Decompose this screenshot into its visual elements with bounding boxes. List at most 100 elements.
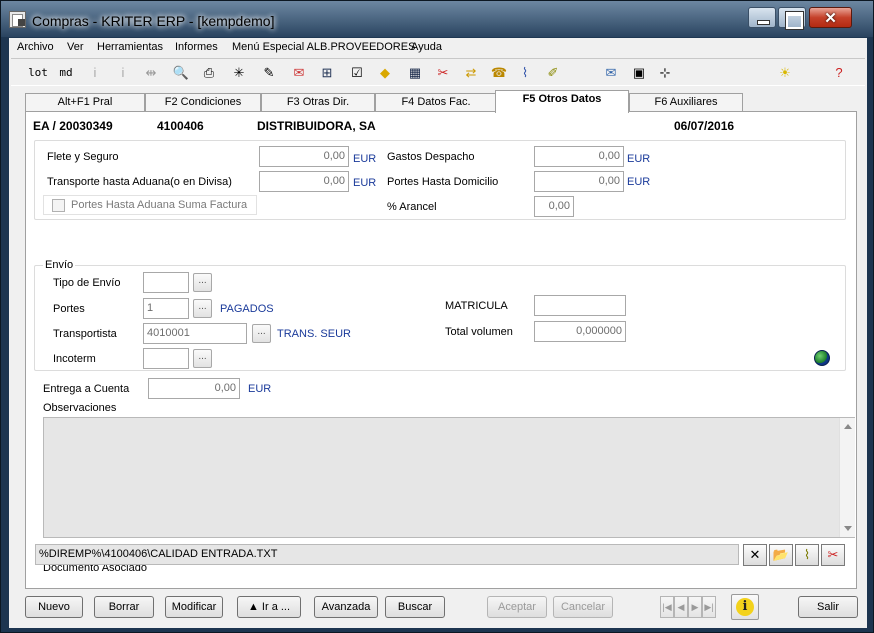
- transporte-unit: EUR: [353, 177, 377, 189]
- observaciones-scrollbar[interactable]: [839, 418, 855, 537]
- title-bar[interactable]: Compras - KRITER ERP - [kempdemo] ✕: [1, 1, 873, 37]
- help-icon[interactable]: ?: [829, 63, 849, 83]
- info-gray-icon[interactable]: i: [85, 63, 105, 83]
- portes-domicilio-label: Portes Hasta Domicilio: [387, 176, 499, 188]
- clip-icon[interactable]: ⌇: [515, 63, 535, 83]
- transportista-input[interactable]: 4010001: [143, 323, 247, 344]
- menu-especial[interactable]: Menú Especial ALB.PROVEEDORES: [232, 41, 415, 53]
- total-volumen-input[interactable]: 0,000000: [534, 321, 626, 342]
- tools-icon[interactable]: ✂: [433, 63, 453, 83]
- close-button[interactable]: ✕: [809, 7, 852, 28]
- tree-icon[interactable]: ⊞: [317, 63, 337, 83]
- entrega-input[interactable]: 0,00: [148, 378, 240, 399]
- transfer-icon[interactable]: ⇄: [461, 63, 481, 83]
- portes-domicilio-input[interactable]: 0,00: [534, 171, 624, 192]
- portes-lookup-button[interactable]: ...: [193, 299, 212, 318]
- transporte-input[interactable]: 0,00: [259, 171, 349, 192]
- edit-icon[interactable]: ✎: [259, 63, 279, 83]
- costs-group: Flete y Seguro 0,00 EUR Transporte hasta…: [34, 140, 846, 220]
- phone-icon[interactable]: ☎: [489, 63, 509, 83]
- flete-label: Flete y Seguro: [47, 151, 119, 163]
- minimize-button[interactable]: [748, 7, 776, 28]
- cancelar-button[interactable]: Cancelar: [553, 596, 613, 618]
- checklist-icon[interactable]: ☑: [347, 63, 367, 83]
- note-icon[interactable]: ✉: [601, 63, 621, 83]
- info-gray-2-icon[interactable]: i: [113, 63, 133, 83]
- delete-document-icon[interactable]: ✂: [821, 544, 845, 566]
- observaciones-textarea[interactable]: [43, 417, 855, 538]
- incoterm-label: Incoterm: [53, 353, 96, 365]
- md-button[interactable]: md: [53, 63, 79, 83]
- tab-otros-datos[interactable]: F5 Otros Datos: [495, 90, 629, 113]
- supplier-code: 4100406: [157, 119, 204, 133]
- warning-icon[interactable]: ◆: [375, 63, 395, 83]
- documento-input[interactable]: %DIREMP%\4100406\CALIDAD ENTRADA.TXT: [35, 544, 739, 565]
- entrega-unit: EUR: [248, 383, 272, 395]
- flete-input[interactable]: 0,00: [259, 146, 349, 167]
- print-icon[interactable]: ⎙: [199, 63, 219, 83]
- incoterm-input[interactable]: [143, 348, 189, 369]
- scroll-up-icon[interactable]: [844, 424, 852, 429]
- menu-ayuda[interactable]: Ayuda: [411, 41, 442, 53]
- tab-auxiliares[interactable]: F6 Auxiliares: [629, 93, 743, 112]
- next-record-icon[interactable]: ▶: [688, 596, 702, 618]
- portes-check-box: Portes Hasta Aduana Suma Factura: [43, 195, 257, 215]
- transportista-lookup-button[interactable]: ...: [252, 324, 271, 343]
- first-record-icon[interactable]: |◀: [660, 596, 674, 618]
- attach-icon[interactable]: ✐: [543, 63, 563, 83]
- open-folder-icon[interactable]: 📂: [769, 544, 793, 566]
- attach-document-icon[interactable]: ⌇: [795, 544, 819, 566]
- globe-icon[interactable]: [814, 350, 830, 366]
- borrar-button[interactable]: Borrar: [94, 596, 154, 618]
- lot-button[interactable]: lot: [25, 63, 51, 83]
- menu-ver[interactable]: Ver: [67, 41, 84, 53]
- sparkle-icon[interactable]: ✳: [229, 63, 249, 83]
- aceptar-button[interactable]: Aceptar: [487, 596, 547, 618]
- buscar-button[interactable]: Buscar: [385, 596, 445, 618]
- arancel-input[interactable]: 0,00: [534, 196, 574, 217]
- toolbar: lot md i i ⇹ 🔍 ⎙ ✳ ✎ ✉ ⊞ ☑ ◆ ▦ ✂ ⇄ ☎ ⌇ ✐…: [11, 58, 865, 86]
- portes-input[interactable]: 1: [143, 298, 189, 319]
- gastos-input[interactable]: 0,00: [534, 146, 624, 167]
- flete-unit: EUR: [353, 153, 377, 165]
- maximize-button[interactable]: [778, 7, 806, 30]
- envelope-icon[interactable]: ✉: [289, 63, 309, 83]
- last-record-icon[interactable]: ▶|: [702, 596, 716, 618]
- nuevo-button[interactable]: Nuevo: [25, 596, 83, 618]
- gastos-unit: EUR: [627, 153, 651, 165]
- menu-archivo[interactable]: Archivo: [17, 41, 54, 53]
- modificar-button[interactable]: Modificar: [165, 596, 223, 618]
- incoterm-lookup-button[interactable]: ...: [193, 349, 212, 368]
- menu-herramientas[interactable]: Herramientas: [97, 41, 163, 53]
- transportista-description: TRANS. SEUR: [277, 328, 351, 340]
- app-icon[interactable]: [9, 11, 26, 28]
- menu-informes[interactable]: Informes: [175, 41, 218, 53]
- arancel-label: % Arancel: [387, 201, 437, 213]
- prev-record-icon[interactable]: ◀: [674, 596, 688, 618]
- window-title: Compras - KRITER ERP - [kempdemo]: [32, 13, 275, 29]
- expand-icon[interactable]: ⇹: [141, 63, 161, 83]
- document-date: 06/07/2016: [674, 119, 735, 133]
- preview-icon[interactable]: 🔍: [171, 63, 191, 83]
- avanzada-button[interactable]: Avanzada: [314, 596, 378, 618]
- scroll-down-icon[interactable]: [844, 526, 852, 531]
- tab-condiciones[interactable]: F2 Condiciones: [145, 93, 261, 112]
- clear-document-icon[interactable]: ✕: [743, 544, 767, 566]
- matricula-input[interactable]: [534, 295, 626, 316]
- gastos-label: Gastos Despacho: [387, 151, 475, 163]
- tab-datos-fac[interactable]: F4 Datos Fac.: [375, 93, 497, 112]
- split-icon[interactable]: ⊹: [655, 63, 675, 83]
- info-button[interactable]: i: [731, 594, 759, 620]
- search-doc-icon[interactable]: ▣: [629, 63, 649, 83]
- salir-button[interactable]: Salir: [798, 596, 858, 618]
- tipo-envio-lookup-button[interactable]: ...: [193, 273, 212, 292]
- portes-aduana-checkbox[interactable]: [52, 199, 65, 212]
- tipo-envio-input[interactable]: [143, 272, 189, 293]
- grid-icon[interactable]: ▦: [405, 63, 425, 83]
- tab-principal[interactable]: Alt+F1 Pral: [25, 93, 145, 112]
- lightbulb-icon[interactable]: ☀: [775, 63, 795, 83]
- envio-group: Envío Tipo de Envío ... Portes 1 ... PAG…: [34, 259, 846, 371]
- tab-otras-dir[interactable]: F3 Otras Dir.: [261, 93, 375, 112]
- portes-aduana-label: Portes Hasta Aduana Suma Factura: [71, 199, 248, 211]
- ir-a-button[interactable]: ▲ Ir a ...: [237, 596, 301, 618]
